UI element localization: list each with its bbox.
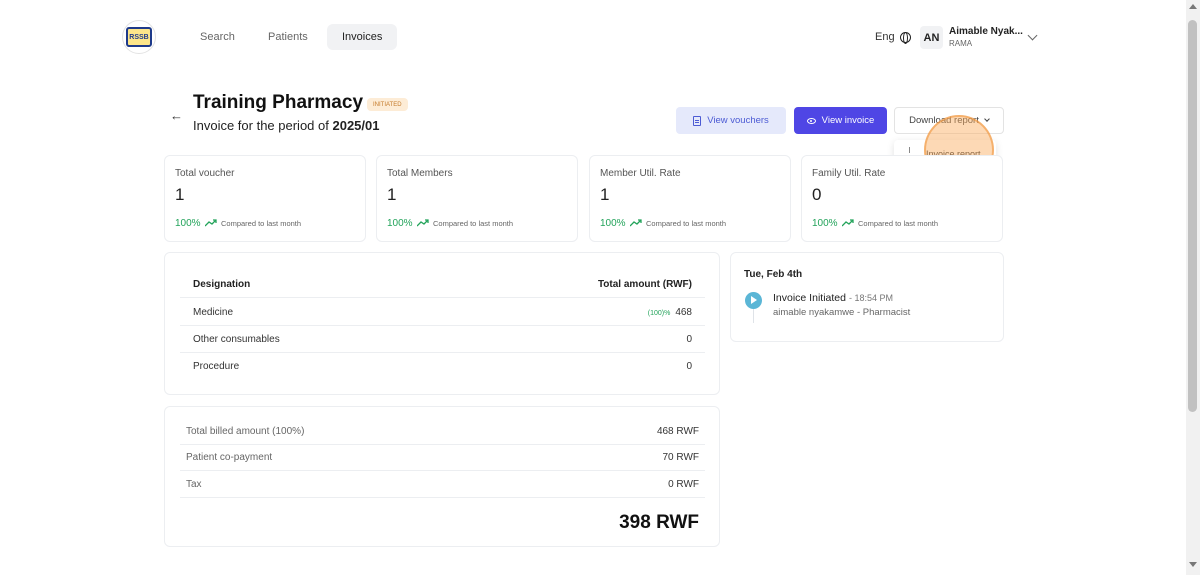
trending-up-icon [630, 219, 642, 227]
totals-row: Patient co-payment 70 RWF [180, 444, 705, 471]
row-amount: 468 [675, 306, 692, 318]
play-icon [745, 292, 762, 309]
nav-tab-search[interactable]: Search [185, 24, 250, 50]
page-title: Training Pharmacy [193, 92, 364, 113]
trending-up-icon [417, 219, 429, 227]
stat-value: 1 [600, 185, 610, 204]
stat-compare-text: Compared to last month [646, 219, 727, 228]
stat-compare-text: Compared to last month [433, 219, 514, 228]
language-label: Eng [875, 31, 895, 43]
row-percentage: (100)% [647, 309, 671, 317]
language-selector[interactable]: Eng [875, 31, 911, 44]
view-vouchers-button[interactable]: View vouchers [676, 107, 786, 134]
row-designation: Other consumables [193, 333, 280, 345]
table-row: Other consumables 0 [180, 326, 705, 353]
invoice-period: Invoice for the period of 2025/01 [193, 118, 379, 133]
globe-icon [899, 31, 911, 44]
stat-value: 1 [387, 185, 397, 204]
totals-row: Total billed amount (100%) 468 RWF [180, 418, 705, 445]
row-designation: Procedure [193, 361, 240, 372]
logo-mark: RSSB [126, 27, 152, 47]
column-header-designation: Designation [193, 278, 251, 290]
view-vouchers-label: View vouchers [707, 115, 769, 126]
rssb-logo[interactable]: RSSB [122, 20, 156, 54]
eye-icon [806, 117, 816, 124]
user-organization: RAMA [949, 39, 973, 48]
totals-label: Patient co-payment [186, 451, 273, 463]
grand-total: 398 RWF [619, 512, 699, 533]
stat-label: Total voucher [175, 168, 235, 179]
period-prefix: Invoice for the period of [193, 118, 329, 133]
stat-label: Member Util. Rate [600, 168, 681, 179]
period-value: 2025/01 [332, 118, 380, 133]
stat-percentage: 100% [175, 218, 201, 229]
chevron-down-icon[interactable] [1027, 30, 1038, 41]
timeline-event-time: - 18:54 PM [849, 293, 894, 303]
timeline-event-title: Invoice Initiated [773, 292, 846, 304]
nav-tab-invoices[interactable]: Invoices [327, 24, 398, 50]
stat-compare-text: Compared to last month [221, 219, 302, 228]
table-row: Medicine (100)% 468 [180, 299, 705, 326]
document-icon [693, 115, 702, 126]
scroll-down-arrow-icon[interactable] [1189, 562, 1197, 567]
download-report-button[interactable]: Download report [894, 107, 1004, 134]
trending-up-icon [205, 219, 217, 227]
user-avatar[interactable]: AN [920, 26, 943, 49]
row-designation: Medicine [193, 306, 234, 318]
timeline-event-actor: aimable nyakamwe - Pharmacist [773, 307, 911, 318]
stat-card-member-util-rate: Member Util. Rate 1 100% Compared to las… [589, 155, 791, 242]
nav-tab-patients[interactable]: Patients [253, 24, 323, 50]
stat-card-total-voucher: Total voucher 1 100% Compared to last mo… [164, 155, 366, 242]
totals-label: Total billed amount (100%) [186, 425, 305, 437]
stat-compare-text: Compared to last month [858, 219, 939, 228]
user-name[interactable]: Aimable Nyak... [949, 26, 1023, 37]
stat-card-total-members: Total Members 1 100% Compared to last mo… [376, 155, 578, 242]
totals-value: 468 RWF [656, 425, 699, 437]
totals-value: 70 RWF [662, 451, 700, 463]
column-header-total-amount: Total amount (RWF) [597, 278, 692, 290]
timeline-date: Tue, Feb 4th [744, 269, 803, 280]
designation-table: Designation Total amount (RWF) Medicine … [164, 252, 720, 395]
stat-label: Total Members [387, 168, 453, 179]
totals-summary: Total billed amount (100%) 468 RWF Patie… [164, 406, 720, 547]
top-navigation: RSSB Search Patients Invoices Eng AN Aim… [0, 0, 1186, 72]
trending-up-icon [842, 219, 854, 227]
activity-timeline: Tue, Feb 4th Invoice Initiated - 18:54 P… [730, 252, 1004, 342]
timeline-connector [753, 309, 754, 323]
scroll-up-arrow-icon[interactable] [1189, 4, 1197, 9]
back-arrow-icon[interactable]: ← [170, 108, 183, 123]
page-scrollbar[interactable] [1186, 0, 1200, 575]
totals-label: Tax [186, 478, 202, 490]
stat-value: 1 [175, 185, 185, 204]
totals-row: Tax 0 RWF [180, 471, 705, 498]
stat-percentage: 100% [812, 218, 838, 229]
stat-label: Family Util. Rate [812, 168, 886, 179]
status-badge: INITIATED [367, 98, 408, 111]
table-row: Procedure 0 [180, 353, 705, 380]
stat-percentage: 100% [600, 218, 626, 229]
download-report-label: Download report [909, 115, 979, 126]
table-header-row: Designation Total amount (RWF) [180, 271, 705, 298]
stat-value: 0 [812, 185, 822, 204]
stat-card-family-util-rate: Family Util. Rate 0 100% Compared to las… [801, 155, 1003, 242]
view-invoice-label: View invoice [821, 115, 875, 126]
row-amount: 0 [686, 361, 692, 372]
stat-percentage: 100% [387, 218, 413, 229]
chevron-down-icon [984, 116, 990, 122]
scroll-thumb[interactable] [1188, 20, 1197, 412]
view-invoice-button[interactable]: View invoice [794, 107, 887, 134]
totals-value: 0 RWF [668, 478, 699, 490]
row-amount: 0 [686, 333, 692, 345]
row-amount-cell: (100)% 468 [648, 307, 692, 318]
